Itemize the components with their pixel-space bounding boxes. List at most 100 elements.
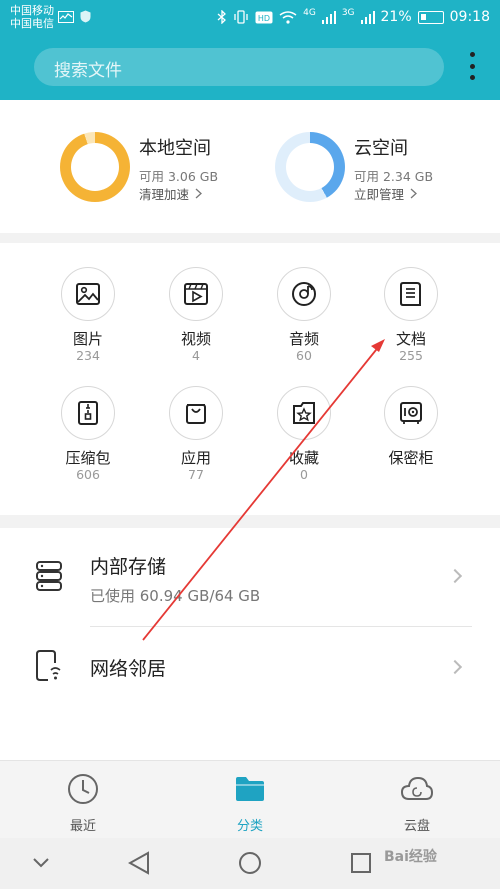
more-options-icon[interactable] [462, 50, 482, 82]
chevron-right-icon [410, 188, 417, 199]
battery-percent: 21% [380, 9, 412, 25]
archive-icon [78, 401, 98, 425]
local-storage-ring[interactable] [60, 132, 130, 202]
cloud-icon [400, 776, 434, 800]
internal-storage-row[interactable]: 内部存储 已使用 60.94 GB/64 GB [0, 540, 500, 626]
category-images[interactable]: 图片 234 [43, 267, 133, 364]
battery-icon [417, 10, 444, 24]
carrier-info: 中国移动 中国电信 [10, 4, 54, 30]
chevron-right-icon [195, 188, 202, 199]
home-circle-icon[interactable] [238, 851, 262, 875]
tab-cloud[interactable]: 云盘 [377, 773, 457, 834]
category-safe[interactable]: 保密柜 [366, 386, 456, 467]
watermark-logo: Bai经验 [384, 849, 437, 865]
bottom-navigation: 最近 分类 云盘 [0, 760, 500, 838]
shield-icon [80, 10, 91, 23]
category-icon-circle [384, 267, 438, 321]
network-neighborhood-title: 网络邻居 [90, 658, 167, 680]
category-count: 60 [296, 348, 312, 363]
cloud-manage-link[interactable]: 立即管理 [354, 184, 417, 203]
storage-drive-icon [36, 561, 62, 591]
category-icon-circle [169, 267, 223, 321]
svg-text:HD: HD [258, 14, 270, 23]
cloud-storage-title[interactable]: 云空间 [354, 134, 408, 160]
storage-overview: 本地空间 可用 3.06 GB 清理加速 云空间 可用 2.34 GB 立即管理 [0, 100, 500, 233]
chevron-right-icon [447, 568, 463, 584]
category-icon-circle [61, 386, 115, 440]
internal-storage-usage: 已使用 60.94 GB/64 GB [90, 587, 261, 605]
local-storage-available: 可用 3.06 GB [139, 169, 219, 184]
app-bag-icon [186, 404, 206, 424]
local-ring-chart [60, 132, 130, 202]
category-count: 606 [76, 467, 100, 482]
local-storage-title[interactable]: 本地空间 [139, 134, 211, 160]
category-label: 音频 [288, 330, 319, 348]
tab-recent-label: 最近 [69, 819, 96, 834]
system-navigation-bar: Bai经验 [0, 838, 500, 889]
network-type-2: 3G [341, 8, 355, 18]
chevron-down-icon[interactable] [32, 857, 50, 869]
category-icon-circle [61, 267, 115, 321]
video-icon [184, 283, 208, 305]
tab-recent[interactable]: 最近 [43, 773, 123, 834]
category-label: 收藏 [288, 449, 319, 467]
cloud-ring-chart [275, 132, 345, 202]
category-count: 255 [399, 348, 423, 363]
clock-icon [68, 774, 98, 804]
back-triangle-icon[interactable] [128, 851, 150, 875]
category-count: 4 [192, 348, 200, 363]
local-clean-link[interactable]: 清理加速 [139, 184, 202, 203]
hd-icon: HD [255, 11, 273, 23]
search-placeholder: 搜索文件 [54, 61, 122, 81]
category-icon-circle [277, 267, 331, 321]
safe-icon [400, 402, 422, 424]
category-label: 压缩包 [65, 449, 111, 467]
network-phone-icon [36, 650, 61, 681]
carrier-1: 中国移动 [10, 4, 54, 17]
category-label: 视频 [180, 330, 211, 348]
category-apps[interactable]: 应用 77 [151, 386, 241, 483]
bluetooth-icon [217, 10, 227, 24]
recents-square-icon[interactable] [350, 852, 372, 874]
category-icon-circle [384, 386, 438, 440]
signal-icon [321, 10, 336, 24]
category-count: 234 [76, 348, 100, 363]
cloud-storage-available: 可用 2.34 GB [354, 169, 434, 184]
clock-time: 09:18 [449, 9, 490, 25]
chevron-right-icon [447, 659, 463, 675]
network-type-1: 4G [303, 8, 316, 18]
category-favorites[interactable]: 收藏 0 [259, 386, 349, 483]
category-label: 图片 [72, 330, 103, 348]
status-left-icons [58, 10, 91, 23]
status-right: HD 4G 3G 21% 09:18 [217, 9, 490, 25]
tab-category-label: 分类 [236, 819, 263, 834]
category-label: 文档 [395, 330, 426, 348]
document-icon [400, 282, 421, 306]
search-input[interactable]: 搜索文件 [34, 48, 444, 86]
cloud-manage-label: 立即管理 [354, 187, 405, 202]
folder-icon [236, 777, 264, 801]
wifi-icon [279, 10, 297, 24]
carrier-2: 中国电信 [10, 17, 54, 30]
audio-icon [292, 282, 316, 306]
tab-cloud-label: 云盘 [403, 819, 430, 834]
status-bar: 中国移动 中国电信 HD 4G 3G 21% 09:18 [0, 0, 500, 36]
internal-storage-title: 内部存储 [90, 556, 167, 578]
image-icon [76, 283, 100, 305]
category-label: 应用 [180, 449, 211, 467]
category-videos[interactable]: 视频 4 [151, 267, 241, 364]
cloud-storage-ring[interactable] [275, 132, 345, 202]
app-header: 中国移动 中国电信 HD 4G 3G 21% 09:18 搜索文件 [0, 0, 500, 100]
category-archives[interactable]: 压缩包 606 [43, 386, 133, 483]
category-count: 77 [188, 467, 204, 482]
category-audio[interactable]: 音频 60 [259, 267, 349, 364]
list-divider [90, 626, 472, 627]
network-neighborhood-row[interactable]: 网络邻居 [0, 628, 500, 708]
local-clean-label: 清理加速 [139, 187, 190, 202]
favorite-star-icon [293, 402, 315, 424]
signal-icon-2 [360, 10, 375, 24]
category-count: 0 [300, 467, 308, 482]
category-documents[interactable]: 文档 255 [366, 267, 456, 364]
tab-category[interactable]: 分类 [210, 773, 290, 834]
category-label: 保密柜 [388, 449, 434, 467]
